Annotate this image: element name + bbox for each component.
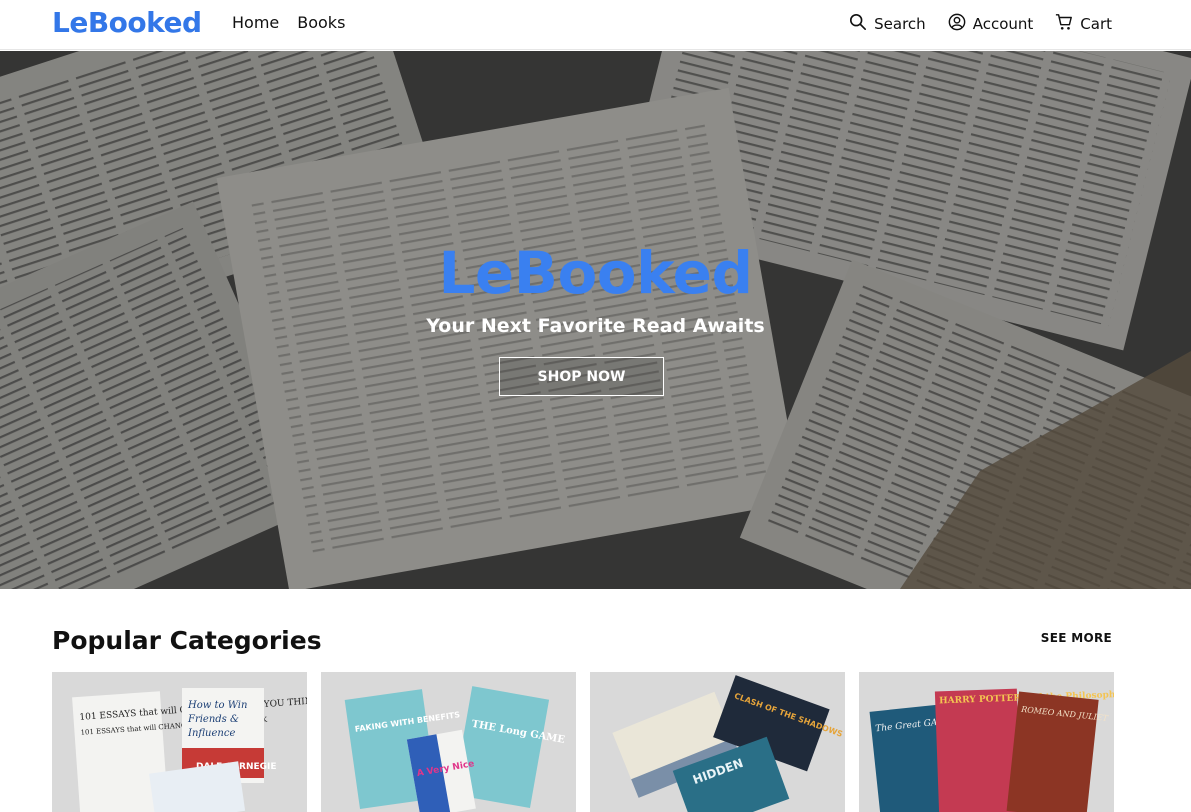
svg-text:Influence: Influence (187, 728, 235, 739)
hero-banner: LeBooked Your Next Favorite Read Awaits … (0, 51, 1191, 589)
see-more-link[interactable]: SEE MORE (1041, 631, 1112, 645)
hero-subtitle: Your Next Favorite Read Awaits (426, 315, 765, 337)
account-label: Account (972, 15, 1034, 33)
cart-button[interactable]: Cart (1055, 13, 1112, 35)
cart-icon (1055, 13, 1073, 35)
category-card[interactable]: FAKING WITH BENEFITS THE Long GAME A Ver… (321, 672, 576, 812)
nav-books-link[interactable]: Books (297, 13, 345, 32)
site-header: LeBooked Home Books Search Account Cart (0, 0, 1191, 50)
logo[interactable]: LeBooked (52, 6, 202, 39)
category-card[interactable]: The Great GATSBY HARRY POTTER and the Ph… (859, 672, 1114, 812)
account-button[interactable]: Account (948, 13, 1034, 35)
cart-label: Cart (1080, 15, 1112, 33)
category-card[interactable]: 101 ESSAYS that will CHANGE the way YOU … (52, 672, 307, 812)
search-icon (849, 13, 867, 35)
section-title: Popular Categories (52, 626, 322, 655)
category-cards: 101 ESSAYS that will CHANGE the way YOU … (52, 672, 1114, 812)
main-nav: Home Books (232, 13, 345, 32)
category-image: 101 ESSAYS that will CHANGE the way YOU … (52, 672, 307, 812)
account-icon (948, 13, 966, 35)
search-button[interactable]: Search (849, 13, 926, 35)
svg-text:How to Win: How to Win (187, 700, 247, 711)
category-card[interactable]: CLASH OF THE SHADOWS HIDDEN (590, 672, 845, 812)
category-image: CLASH OF THE SHADOWS HIDDEN (590, 672, 845, 812)
search-label: Search (874, 15, 926, 33)
header-utilities: Search Account Cart (849, 13, 1112, 35)
nav-home-link[interactable]: Home (232, 13, 279, 32)
hero-title: LeBooked (438, 239, 753, 307)
shop-now-button[interactable]: SHOP NOW (499, 357, 664, 396)
category-image: The Great GATSBY HARRY POTTER and the Ph… (859, 672, 1114, 812)
category-image: FAKING WITH BENEFITS THE Long GAME A Ver… (321, 672, 576, 812)
svg-text:Friends &: Friends & (187, 714, 239, 725)
